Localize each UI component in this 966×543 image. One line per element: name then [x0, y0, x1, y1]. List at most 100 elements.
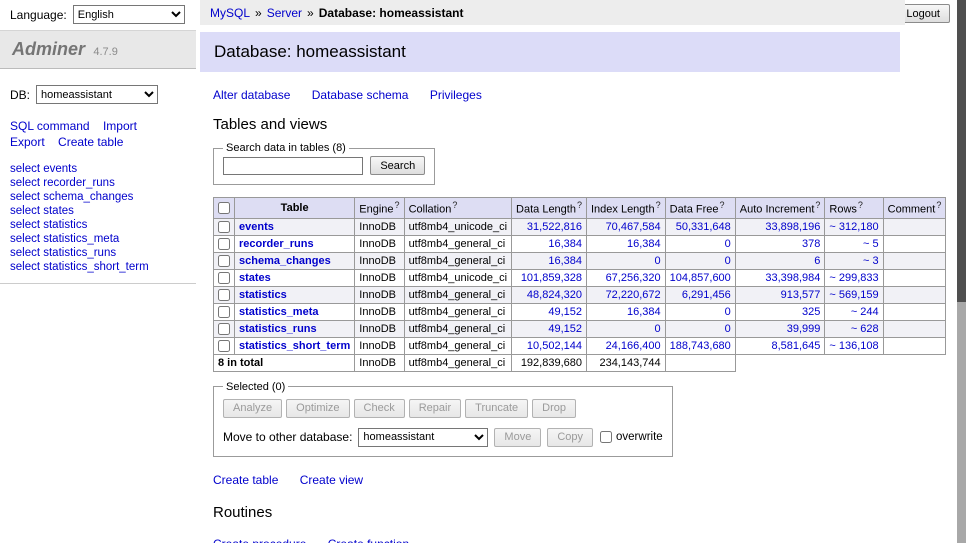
sidebar-item-select-recorder-runs[interactable]: select recorder_runs	[10, 176, 196, 190]
data-length-link[interactable]: 10,502,144	[527, 340, 582, 352]
table-link[interactable]: statistics_meta	[239, 306, 319, 318]
rows-count-link[interactable]: ~ 136,108	[829, 340, 878, 352]
sidebar-item-select-statistics[interactable]: select statistics	[10, 218, 196, 232]
data-length-link[interactable]: 16,384	[548, 255, 582, 267]
search-button[interactable]: Search	[370, 156, 425, 175]
database-schema-link[interactable]: Database schema	[312, 88, 409, 102]
auto-increment-link[interactable]: 913,577	[781, 289, 821, 301]
data-free-link[interactable]: 0	[725, 306, 731, 318]
import-link[interactable]: Import	[103, 119, 137, 133]
table-link[interactable]: statistics_short_term	[239, 340, 350, 352]
repair-button[interactable]: Repair	[409, 399, 461, 418]
row-checkbox[interactable]	[218, 306, 230, 318]
auto-increment-link[interactable]: 378	[802, 238, 820, 250]
auto-increment-link[interactable]: 33,398,984	[765, 272, 820, 284]
row-checkbox[interactable]	[218, 238, 230, 250]
column-header-table[interactable]: Table	[235, 198, 355, 219]
auto-increment-link[interactable]: 6	[814, 255, 820, 267]
scrollbar-thumb[interactable]	[957, 0, 966, 302]
sidebar-item-select-statistics-short-term[interactable]: select statistics_short_term	[10, 260, 196, 274]
auto-increment-link[interactable]: 325	[802, 306, 820, 318]
rows-count-link[interactable]: ~ 5	[863, 238, 879, 250]
optimize-button[interactable]: Optimize	[286, 399, 349, 418]
data-free-link[interactable]: 188,743,680	[670, 340, 731, 352]
data-free-link[interactable]: 6,291,456	[682, 289, 731, 301]
scrollbar[interactable]	[957, 0, 966, 543]
data-free-link[interactable]: 0	[725, 238, 731, 250]
row-checkbox[interactable]	[218, 272, 230, 284]
data-free-link[interactable]: 0	[725, 255, 731, 267]
help-icon[interactable]: ?	[720, 200, 725, 210]
auto-increment-link[interactable]: 8,581,645	[771, 340, 820, 352]
index-length-link[interactable]: 16,384	[627, 238, 661, 250]
help-icon[interactable]: ?	[815, 200, 820, 210]
check-button[interactable]: Check	[354, 399, 405, 418]
adminer-logo[interactable]: Adminer	[12, 39, 85, 59]
row-checkbox[interactable]	[218, 323, 230, 335]
index-length-link[interactable]: 67,256,320	[606, 272, 661, 284]
table-link[interactable]: statistics	[239, 289, 287, 301]
help-icon[interactable]: ?	[452, 200, 457, 210]
db-select[interactable]: homeassistant	[36, 85, 158, 104]
export-link[interactable]: Export	[10, 135, 45, 149]
sidebar-item-select-statistics-meta[interactable]: select statistics_meta	[10, 232, 196, 246]
drop-button[interactable]: Drop	[532, 399, 576, 418]
language-select[interactable]: English	[73, 5, 185, 24]
table-link[interactable]: schema_changes	[239, 255, 331, 267]
data-length-link[interactable]: 101,859,328	[521, 272, 582, 284]
row-checkbox[interactable]	[218, 221, 230, 233]
index-length-link[interactable]: 0	[655, 323, 661, 335]
index-length-link[interactable]: 72,220,672	[606, 289, 661, 301]
data-free-link[interactable]: 50,331,648	[676, 221, 731, 233]
table-link[interactable]: statistics_runs	[239, 323, 317, 335]
overwrite-checkbox[interactable]	[600, 431, 612, 443]
row-checkbox[interactable]	[218, 289, 230, 301]
create-table-bottom-link[interactable]: Create table	[213, 473, 278, 487]
breadcrumb-server-link[interactable]: Server	[267, 6, 302, 20]
create-view-link[interactable]: Create view	[300, 473, 363, 487]
help-icon[interactable]: ?	[577, 200, 582, 210]
breadcrumb-mysql-link[interactable]: MySQL	[210, 6, 250, 20]
rows-count-link[interactable]: ~ 569,159	[829, 289, 878, 301]
alter-database-link[interactable]: Alter database	[213, 88, 290, 102]
select-all-checkbox[interactable]	[218, 202, 230, 214]
rows-count-link[interactable]: ~ 299,833	[829, 272, 878, 284]
row-checkbox[interactable]	[218, 340, 230, 352]
help-icon[interactable]: ?	[936, 200, 941, 210]
analyze-button[interactable]: Analyze	[223, 399, 282, 418]
sidebar-item-select-statistics-runs[interactable]: select statistics_runs	[10, 246, 196, 260]
sql-command-link[interactable]: SQL command	[10, 119, 90, 133]
data-free-link[interactable]: 104,857,600	[670, 272, 731, 284]
index-length-link[interactable]: 24,166,400	[606, 340, 661, 352]
rows-count-link[interactable]: ~ 628	[851, 323, 879, 335]
table-link[interactable]: events	[239, 221, 274, 233]
sidebar-item-select-schema-changes[interactable]: select schema_changes	[10, 190, 196, 204]
data-length-link[interactable]: 16,384	[548, 238, 582, 250]
auto-increment-link[interactable]: 33,898,196	[765, 221, 820, 233]
table-link[interactable]: states	[239, 272, 271, 284]
search-input[interactable]	[223, 157, 363, 175]
auto-increment-link[interactable]: 39,999	[787, 323, 821, 335]
data-length-link[interactable]: 49,152	[548, 306, 582, 318]
data-length-link[interactable]: 31,522,816	[527, 221, 582, 233]
create-table-link[interactable]: Create table	[58, 135, 123, 149]
help-icon[interactable]: ?	[395, 200, 400, 210]
help-icon[interactable]: ?	[656, 200, 661, 210]
data-length-link[interactable]: 48,824,320	[527, 289, 582, 301]
create-procedure-link[interactable]: Create procedure	[213, 537, 306, 543]
index-length-link[interactable]: 70,467,584	[606, 221, 661, 233]
move-db-select[interactable]: homeassistant	[358, 428, 488, 447]
row-checkbox[interactable]	[218, 255, 230, 267]
create-function-link[interactable]: Create function	[328, 537, 409, 543]
sidebar-item-select-events[interactable]: select events	[10, 162, 196, 176]
data-length-link[interactable]: 49,152	[548, 323, 582, 335]
rows-count-link[interactable]: ~ 3	[863, 255, 879, 267]
privileges-link[interactable]: Privileges	[430, 88, 482, 102]
index-length-link[interactable]: 16,384	[627, 306, 661, 318]
table-link[interactable]: recorder_runs	[239, 238, 314, 250]
index-length-link[interactable]: 0	[655, 255, 661, 267]
rows-count-link[interactable]: ~ 312,180	[829, 221, 878, 233]
copy-button[interactable]: Copy	[547, 428, 593, 447]
move-button[interactable]: Move	[494, 428, 541, 447]
truncate-button[interactable]: Truncate	[465, 399, 528, 418]
